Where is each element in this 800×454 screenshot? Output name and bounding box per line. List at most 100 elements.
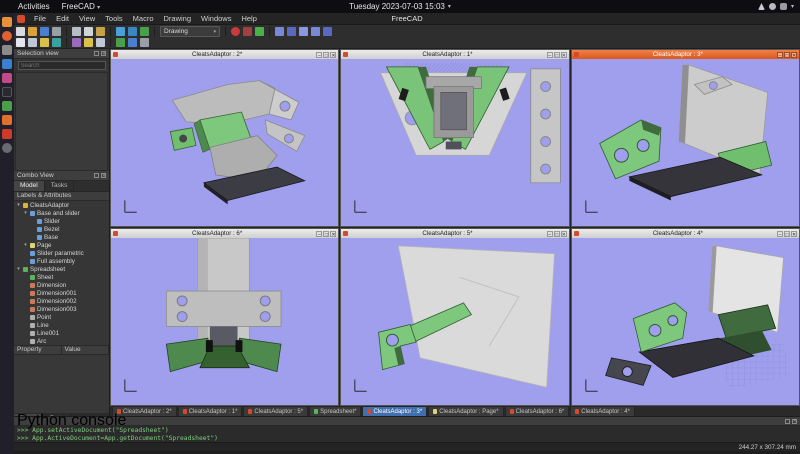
drawing-new-page-icon[interactable] (16, 38, 25, 47)
redo-icon[interactable] (128, 27, 137, 36)
viewport-titlebar[interactable]: CleatsAdaptor : 2* (111, 50, 338, 59)
restore-icon[interactable] (323, 52, 329, 58)
minimize-icon[interactable] (777, 231, 783, 237)
drawing-view-icon[interactable] (28, 38, 37, 47)
isometric-view-icon[interactable] (287, 27, 296, 36)
minimize-icon[interactable] (547, 52, 553, 58)
dock-icon-files[interactable] (2, 17, 12, 27)
property-table[interactable] (14, 355, 109, 414)
minimize-icon[interactable] (547, 231, 553, 237)
tree-item[interactable]: Bezel (14, 225, 109, 233)
viewport-titlebar[interactable]: CleatsAdaptor : 6* (111, 229, 338, 238)
expander-icon[interactable] (23, 242, 28, 248)
menu-help[interactable]: Help (236, 13, 261, 24)
spreadsheet-icon[interactable] (116, 38, 125, 47)
macro-play-icon[interactable] (255, 27, 264, 36)
document-tab[interactable]: Spreadsheet* (309, 406, 361, 416)
paste-icon[interactable] (96, 27, 105, 36)
fit-all-icon[interactable] (275, 27, 284, 36)
top-view-icon[interactable] (311, 27, 320, 36)
3d-viewport[interactable] (572, 59, 799, 226)
close-panel-icon[interactable] (101, 173, 106, 178)
close-panel-icon[interactable] (792, 419, 797, 424)
expander-icon[interactable] (16, 202, 21, 208)
menu-tools[interactable]: Tools (100, 13, 128, 24)
tree-item[interactable]: Line (14, 321, 109, 329)
tree-item[interactable]: Dimension001 (14, 289, 109, 297)
close-icon[interactable] (791, 231, 797, 237)
float-panel-icon[interactable] (94, 51, 99, 56)
drawing-draft-view-icon[interactable] (96, 38, 105, 47)
dock-icon-gimp[interactable] (2, 45, 12, 55)
dock-icon-freecad[interactable] (2, 129, 12, 139)
macro-stop-icon[interactable] (243, 27, 252, 36)
document-tab[interactable]: CleatsAdaptor : 6* (505, 406, 570, 416)
cut-icon[interactable] (72, 27, 81, 36)
tree-item[interactable]: Slider parametric (14, 249, 109, 257)
restore-icon[interactable] (784, 52, 790, 58)
tree-item[interactable]: CleatsAdaptor (14, 201, 109, 209)
dock-icon-trash[interactable] (2, 143, 12, 153)
refresh-icon[interactable] (140, 27, 149, 36)
menu-drawing[interactable]: Drawing (159, 13, 197, 24)
close-panel-icon[interactable] (101, 51, 106, 56)
document-tab[interactable]: CleatsAdaptor : 1* (178, 406, 243, 416)
menu-file[interactable]: File (29, 13, 51, 24)
float-panel-icon[interactable] (94, 173, 99, 178)
dock-icon-software[interactable] (2, 73, 12, 83)
system-indicators[interactable]: ▾ (758, 3, 794, 10)
3d-viewport[interactable] (111, 59, 338, 226)
right-view-icon[interactable] (323, 27, 332, 36)
restore-icon[interactable] (784, 231, 790, 237)
tree-item[interactable]: Spreadsheet (14, 265, 109, 273)
close-icon[interactable] (561, 231, 567, 237)
tab-model[interactable]: Model (14, 181, 45, 191)
activities-button[interactable]: Activities (18, 2, 50, 11)
document-tab[interactable]: CleatsAdaptor : 4* (570, 406, 635, 416)
tree-item[interactable]: Dimension003 (14, 305, 109, 313)
menu-windows[interactable]: Windows (196, 13, 236, 24)
restore-icon[interactable] (323, 231, 329, 237)
minimize-icon[interactable] (316, 52, 322, 58)
close-icon[interactable] (791, 52, 797, 58)
3d-viewport[interactable] (341, 59, 568, 226)
menu-macro[interactable]: Macro (128, 13, 159, 24)
macro-record-icon[interactable] (231, 27, 240, 36)
viewport-titlebar[interactable]: CleatsAdaptor : 1* (341, 50, 568, 59)
close-icon[interactable] (561, 52, 567, 58)
tree-item[interactable]: Dimension (14, 281, 109, 289)
workbench-selector[interactable]: Drawing (160, 26, 220, 37)
expander-icon[interactable] (16, 266, 21, 272)
drawing-clip-icon[interactable] (52, 38, 61, 47)
open-file-icon[interactable] (28, 27, 37, 36)
dock-icon-terminal[interactable] (2, 87, 12, 97)
document-tab[interactable]: CleatsAdaptor : 5* (243, 406, 308, 416)
save-icon[interactable] (40, 27, 49, 36)
3d-viewport[interactable] (341, 238, 568, 405)
close-icon[interactable] (330, 231, 336, 237)
tree-item[interactable]: Point (14, 313, 109, 321)
menu-edit[interactable]: Edit (51, 13, 74, 24)
dock-icon-inkscape[interactable] (2, 101, 12, 111)
viewport-titlebar[interactable]: CleatsAdaptor : 5* (341, 229, 568, 238)
dock-icon-libreoffice[interactable] (2, 59, 12, 69)
viewport-titlebar[interactable]: CleatsAdaptor : 4* (572, 229, 799, 238)
drawing-annotation-icon[interactable] (40, 38, 49, 47)
dock-icon-blender[interactable] (2, 115, 12, 125)
document-tab[interactable]: CleatsAdaptor : Page* (428, 406, 503, 416)
selection-list[interactable] (15, 72, 108, 171)
minimize-icon[interactable] (316, 231, 322, 237)
tree-item[interactable]: Base (14, 233, 109, 241)
tree-item[interactable]: Slider (14, 217, 109, 225)
clock-button[interactable]: Tuesday 2023-07-03 15:03▾ (349, 2, 451, 11)
tree-item[interactable]: Arc (14, 337, 109, 345)
copy-icon[interactable] (84, 27, 93, 36)
tree-item[interactable]: Line001 (14, 329, 109, 337)
project-info-icon[interactable] (140, 38, 149, 47)
front-view-icon[interactable] (299, 27, 308, 36)
dock-icon-firefox[interactable] (2, 31, 12, 41)
tree-item[interactable]: Dimension002 (14, 297, 109, 305)
drawing-ortho-views-icon[interactable] (72, 38, 81, 47)
undo-icon[interactable] (116, 27, 125, 36)
3d-viewport[interactable] (572, 238, 799, 405)
